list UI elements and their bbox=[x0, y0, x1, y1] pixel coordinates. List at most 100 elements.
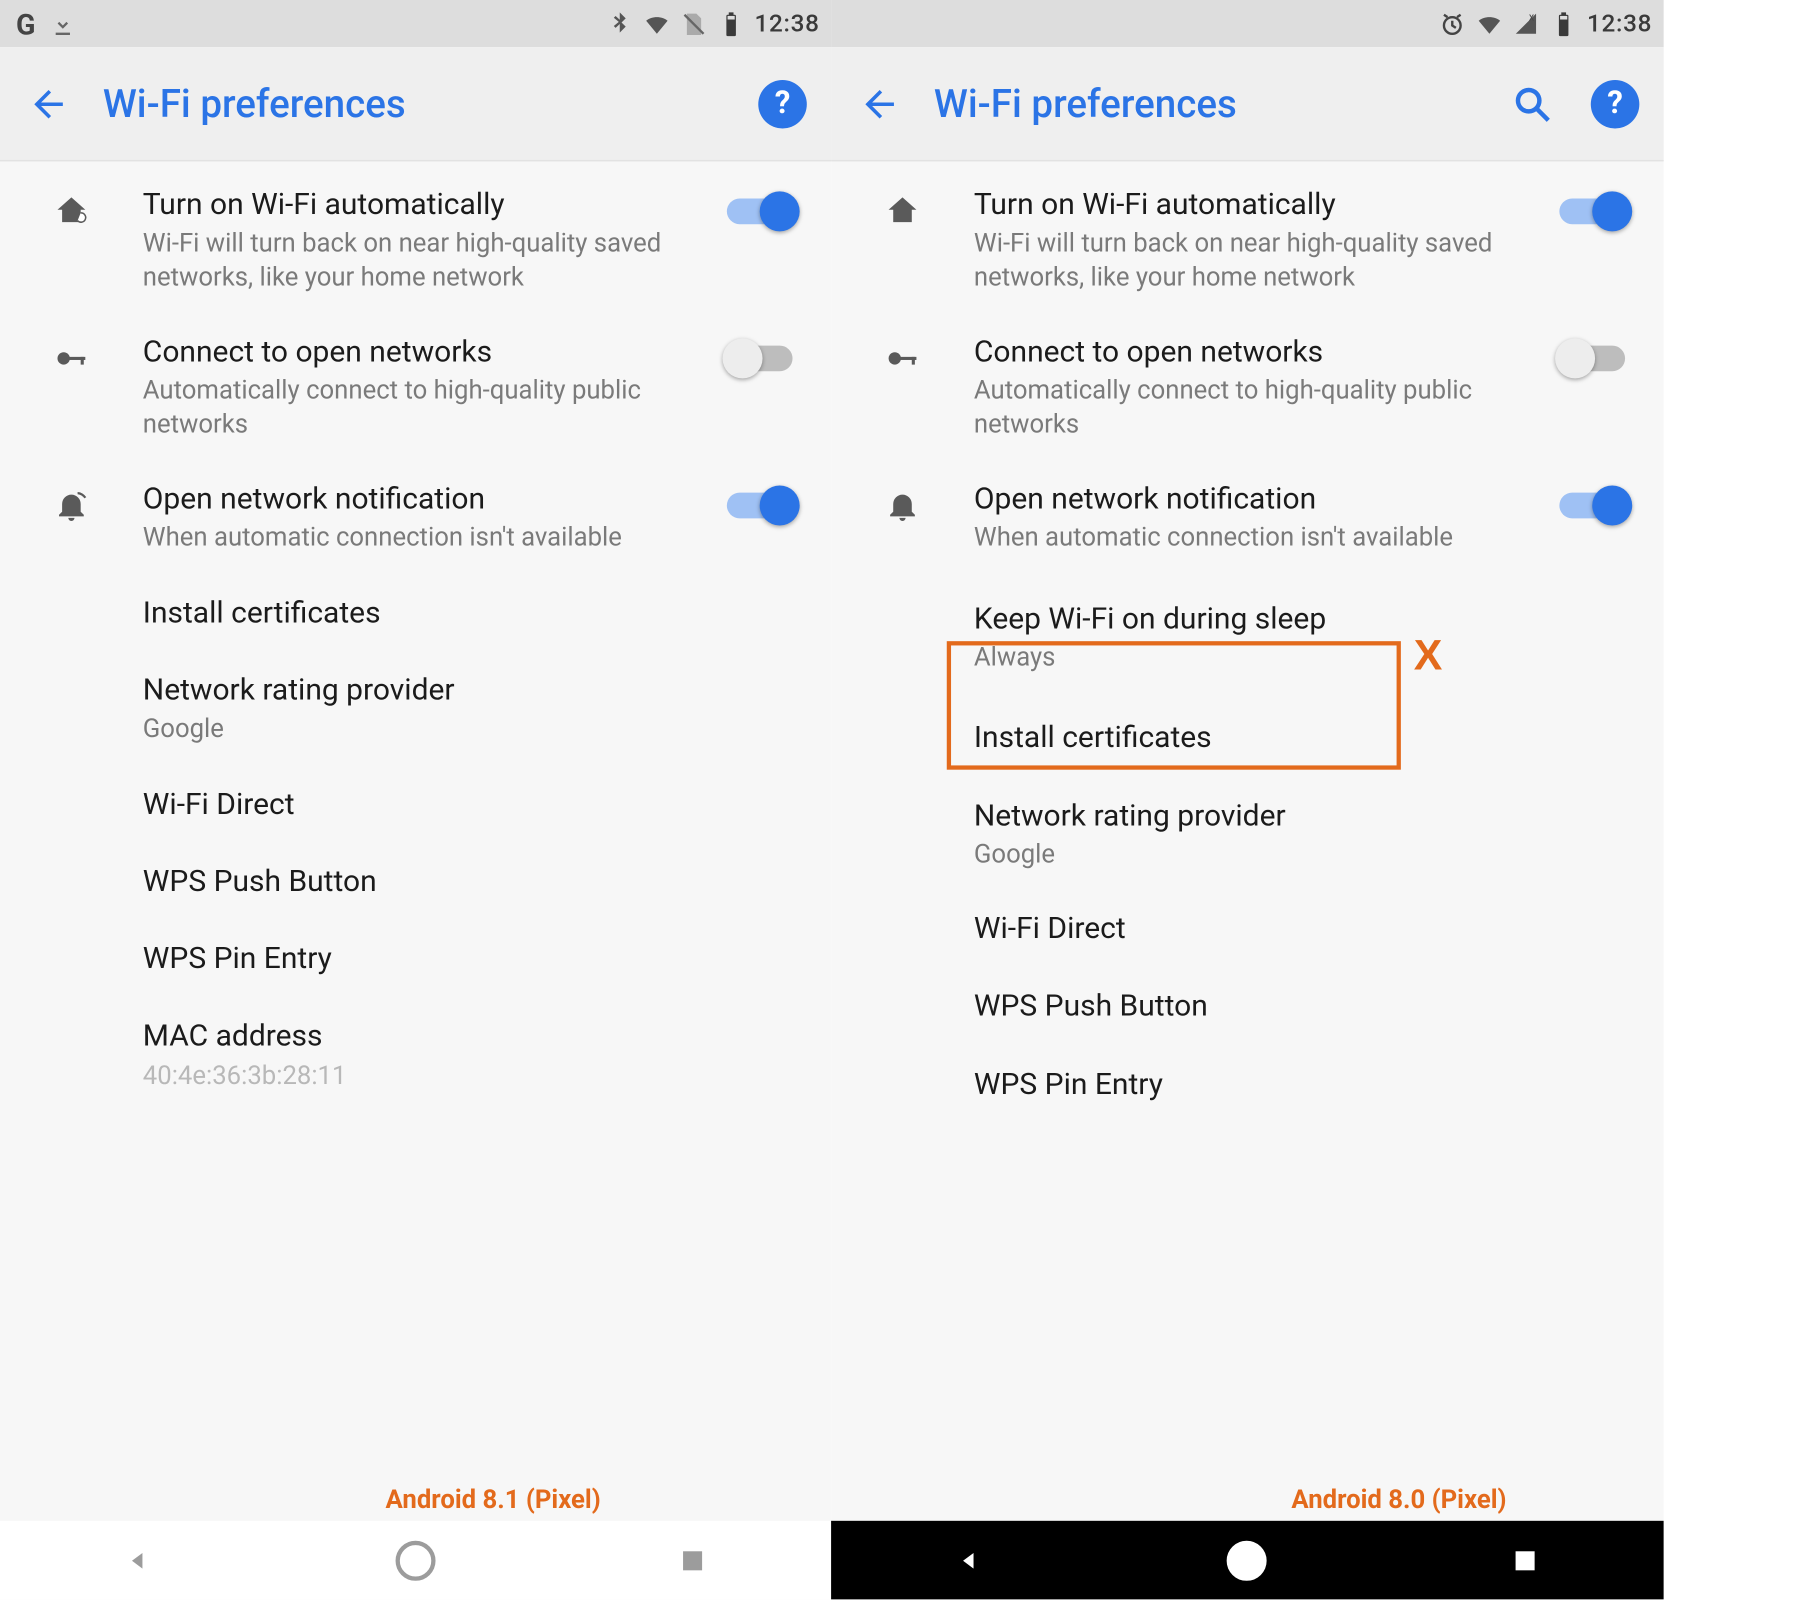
bluetooth-icon bbox=[606, 9, 635, 38]
nav-bar bbox=[0, 1521, 831, 1600]
pref-wps-pin[interactable]: WPS Pin Entry bbox=[0, 921, 831, 998]
google-icon: G bbox=[11, 9, 40, 38]
no-sim-icon bbox=[680, 9, 709, 38]
pref-wps-push[interactable]: WPS Push Button bbox=[0, 844, 831, 921]
pref-title: WPS Pin Entry bbox=[143, 941, 808, 978]
key-icon bbox=[884, 340, 921, 383]
pref-subtitle: Wi-Fi will turn back on near high-qualit… bbox=[974, 227, 1527, 294]
pref-title: Open network notification bbox=[143, 481, 694, 518]
pref-subtitle: When automatic connection isn't availabl… bbox=[974, 522, 1527, 555]
signal-x-icon: x bbox=[1513, 9, 1542, 38]
pref-install-certs[interactable]: Install certificates bbox=[831, 700, 1664, 777]
back-button[interactable] bbox=[851, 75, 908, 132]
nav-home-button[interactable] bbox=[394, 1539, 437, 1582]
pref-auto-wifi[interactable]: Turn on Wi-Fi automatically Wi-Fi will t… bbox=[0, 167, 831, 314]
pref-title: WPS Push Button bbox=[143, 864, 808, 901]
pref-title: Wi-Fi Direct bbox=[974, 911, 1641, 948]
help-icon: ? bbox=[1591, 79, 1640, 128]
nav-back-button[interactable] bbox=[948, 1539, 991, 1582]
page-title: Wi-Fi preferences bbox=[934, 81, 1478, 127]
pref-auto-wifi[interactable]: Turn on Wi-Fi automatically Wi-Fi will t… bbox=[831, 167, 1664, 314]
pref-wifi-direct[interactable]: Wi-Fi Direct bbox=[831, 891, 1664, 968]
home-sync-icon bbox=[884, 193, 921, 236]
bell-wifi-icon bbox=[884, 487, 921, 530]
alarm-icon bbox=[1439, 9, 1468, 38]
pref-title: Connect to open networks bbox=[974, 334, 1527, 371]
pref-open-notification[interactable]: Open network notification When automatic… bbox=[831, 461, 1664, 575]
status-clock: 12:38 bbox=[1587, 9, 1652, 38]
wifi-icon bbox=[1476, 9, 1505, 38]
help-icon: ? bbox=[758, 79, 807, 128]
pref-install-certs[interactable]: Install certificates bbox=[0, 575, 831, 652]
nav-recent-button[interactable] bbox=[671, 1539, 714, 1582]
toggle-switch[interactable] bbox=[727, 346, 793, 372]
pref-subtitle: Wi-Fi will turn back on near high-qualit… bbox=[143, 227, 694, 294]
pref-title: Wi-Fi Direct bbox=[143, 786, 808, 823]
pref-open-networks[interactable]: Connect to open networks Automatically c… bbox=[0, 314, 831, 461]
pref-subtitle: Automatically connect to high-quality pu… bbox=[974, 375, 1527, 442]
bell-wifi-icon bbox=[53, 487, 90, 530]
help-button[interactable]: ? bbox=[1587, 75, 1644, 132]
pref-title: Keep Wi-Fi on during sleep bbox=[974, 601, 1641, 638]
pref-subtitle: Google bbox=[974, 838, 1641, 871]
app-bar: Wi-Fi preferences ? bbox=[831, 47, 1664, 161]
pref-subtitle: Always bbox=[974, 641, 1641, 674]
pref-open-networks[interactable]: Connect to open networks Automatically c… bbox=[831, 314, 1664, 461]
status-clock: 12:38 bbox=[754, 9, 819, 38]
pref-title: Connect to open networks bbox=[143, 334, 694, 371]
toggle-switch[interactable] bbox=[1559, 198, 1625, 224]
phone-left: G 12:38 Wi-Fi preferences ? bbox=[0, 0, 831, 1599]
pref-open-notification[interactable]: Open network notification When automatic… bbox=[0, 461, 831, 575]
pref-subtitle: When automatic connection isn't availabl… bbox=[143, 522, 694, 555]
toggle-switch[interactable] bbox=[1559, 493, 1625, 519]
wifi-icon bbox=[643, 9, 672, 38]
status-bar: G 12:38 bbox=[0, 0, 831, 47]
back-button[interactable] bbox=[20, 75, 77, 132]
status-bar: x 12:38 bbox=[831, 0, 1664, 47]
nav-bar bbox=[831, 1521, 1664, 1600]
nav-back-button[interactable] bbox=[117, 1539, 160, 1582]
pref-subtitle: Google bbox=[143, 713, 808, 746]
pref-title: WPS Pin Entry bbox=[974, 1066, 1641, 1103]
pref-subtitle: 40:4e:36:3b:28:11 bbox=[143, 1059, 808, 1092]
pref-title: Open network notification bbox=[974, 481, 1527, 518]
highlight-marker: X bbox=[1414, 633, 1443, 682]
settings-list: Turn on Wi-Fi automatically Wi-Fi will t… bbox=[831, 161, 1664, 1520]
battery-icon bbox=[717, 9, 746, 38]
pref-wps-push[interactable]: WPS Push Button bbox=[831, 969, 1664, 1046]
version-label: Android 8.1 (Pixel) bbox=[386, 1485, 601, 1515]
nav-recent-button[interactable] bbox=[1503, 1539, 1546, 1582]
svg-text:x: x bbox=[1529, 10, 1535, 23]
search-icon bbox=[1511, 82, 1554, 125]
pref-wifi-direct[interactable]: Wi-Fi Direct bbox=[0, 766, 831, 843]
app-bar: Wi-Fi preferences ? bbox=[0, 47, 831, 161]
battery-icon bbox=[1550, 9, 1579, 38]
pref-title: Install certificates bbox=[143, 595, 808, 632]
version-label: Android 8.0 (Pixel) bbox=[1291, 1485, 1506, 1515]
pref-title: Install certificates bbox=[974, 720, 1641, 757]
phone-right: x 12:38 Wi-Fi preferences ? Turn on bbox=[831, 0, 1664, 1599]
toggle-switch[interactable] bbox=[1559, 346, 1625, 372]
toggle-switch[interactable] bbox=[727, 198, 793, 224]
settings-list: Turn on Wi-Fi automatically Wi-Fi will t… bbox=[0, 161, 831, 1520]
pref-title: Turn on Wi-Fi automatically bbox=[974, 187, 1527, 224]
pref-title: Network rating provider bbox=[143, 673, 808, 710]
help-button[interactable]: ? bbox=[754, 75, 811, 132]
toggle-switch[interactable] bbox=[727, 493, 793, 519]
pref-title: MAC address bbox=[143, 1019, 808, 1056]
page-title: Wi-Fi preferences bbox=[103, 81, 728, 127]
pref-title: WPS Push Button bbox=[974, 989, 1641, 1026]
pref-wps-pin[interactable]: WPS Pin Entry bbox=[831, 1046, 1664, 1123]
pref-rating-provider[interactable]: Network rating provider Google bbox=[831, 778, 1664, 892]
pref-subtitle: Automatically connect to high-quality pu… bbox=[143, 375, 694, 442]
pref-title: Turn on Wi-Fi automatically bbox=[143, 187, 694, 224]
search-button[interactable] bbox=[1504, 75, 1561, 132]
key-icon bbox=[53, 340, 90, 383]
pref-mac-address[interactable]: MAC address 40:4e:36:3b:28:11 bbox=[0, 999, 831, 1093]
download-icon bbox=[49, 9, 78, 38]
home-sync-icon bbox=[53, 193, 90, 236]
pref-rating-provider[interactable]: Network rating provider Google bbox=[0, 653, 831, 767]
pref-keep-wifi-sleep[interactable]: Keep Wi-Fi on during sleep Always bbox=[831, 575, 1664, 700]
nav-home-button[interactable] bbox=[1226, 1539, 1269, 1582]
pref-title: Network rating provider bbox=[974, 798, 1641, 835]
